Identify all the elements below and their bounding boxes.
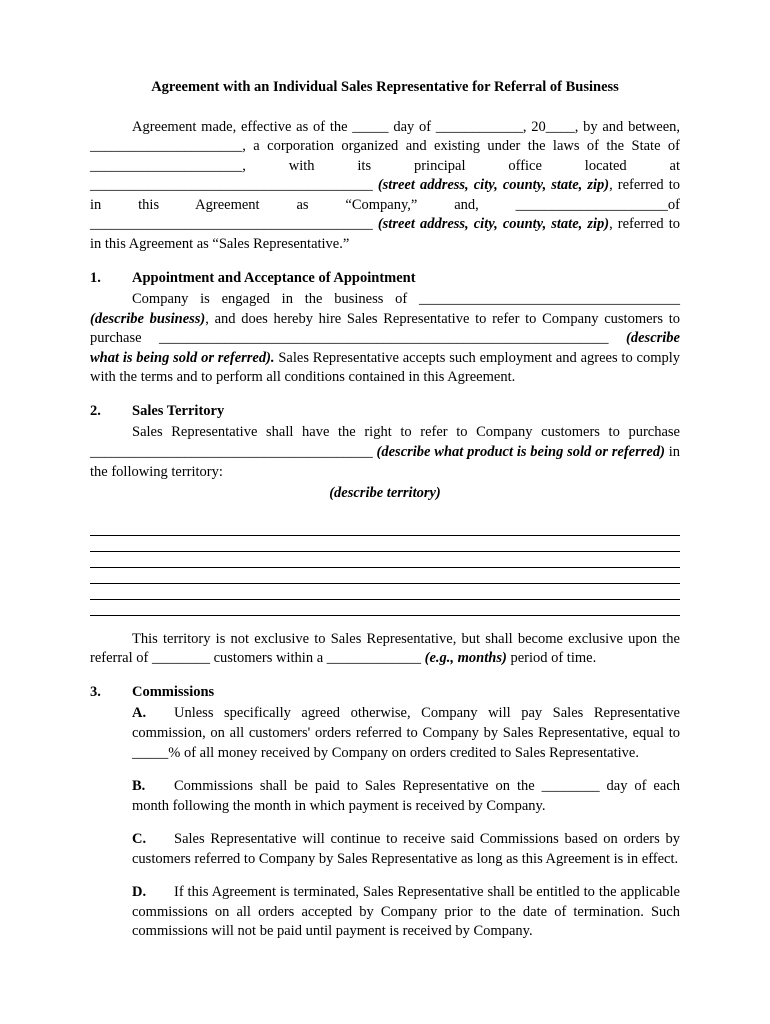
section-1-body: Company is engaged in the business of __… <box>90 290 680 388</box>
s3-b-text: Commissions shall be paid to Sales Repre… <box>132 778 680 814</box>
blank-line <box>90 522 680 536</box>
document-title: Agreement with an Individual Sales Repre… <box>90 78 680 98</box>
s3-a-text: Unless specifically agreed otherwise, Co… <box>132 705 680 760</box>
section-3-a: A.Unless specifically agreed otherwise, … <box>132 704 680 763</box>
s3-a-label: A. <box>132 704 174 724</box>
blank-line <box>90 602 680 616</box>
section-3-b: B.Commissions shall be paid to Sales Rep… <box>132 777 680 816</box>
section-3-number: 3. <box>90 683 132 703</box>
section-1-header: 1.Appointment and Acceptance of Appointm… <box>90 269 680 289</box>
blank-line <box>90 554 680 568</box>
preamble-paragraph: Agreement made, effective as of the ____… <box>90 118 680 255</box>
address-hint-2: (street address, city, county, state, zi… <box>378 216 609 232</box>
address-hint-1: (street address, city, county, state, zi… <box>378 177 609 193</box>
s2-hint-3: (e.g., months) <box>425 650 507 666</box>
section-2-number: 2. <box>90 402 132 422</box>
describe-territory-label: (describe territory) <box>90 484 680 504</box>
s1-text-1: Company is engaged in the business of __… <box>132 291 680 307</box>
s3-d-label: D. <box>132 883 174 903</box>
blank-line <box>90 570 680 584</box>
s3-c-text: Sales Representative will continue to re… <box>132 831 680 867</box>
section-3-title: Commissions <box>132 684 214 700</box>
section-2-body-1: Sales Representative shall have the righ… <box>90 423 680 482</box>
s3-b-label: B. <box>132 777 174 797</box>
s2-text-3c: period of time. <box>507 650 596 666</box>
territory-blank-lines <box>90 522 680 616</box>
blank-line <box>90 538 680 552</box>
section-1-number: 1. <box>90 269 132 289</box>
section-3-header: 3.Commissions <box>90 683 680 703</box>
section-1-title: Appointment and Acceptance of Appointmen… <box>132 270 416 286</box>
s3-c-label: C. <box>132 830 174 850</box>
s3-d-text: If this Agreement is terminated, Sales R… <box>132 884 680 939</box>
s1-hint-1: (describe business) <box>90 311 205 327</box>
section-2-header: 2.Sales Territory <box>90 402 680 422</box>
section-2-title: Sales Territory <box>132 403 224 419</box>
blank-line <box>90 586 680 600</box>
section-3-c: C.Sales Representative will continue to … <box>132 830 680 869</box>
section-2-body-2: This territory is not exclusive to Sales… <box>90 630 680 669</box>
section-3-d: D.If this Agreement is terminated, Sales… <box>132 883 680 942</box>
s2-hint-1: (describe what product is being sold or … <box>377 444 665 460</box>
